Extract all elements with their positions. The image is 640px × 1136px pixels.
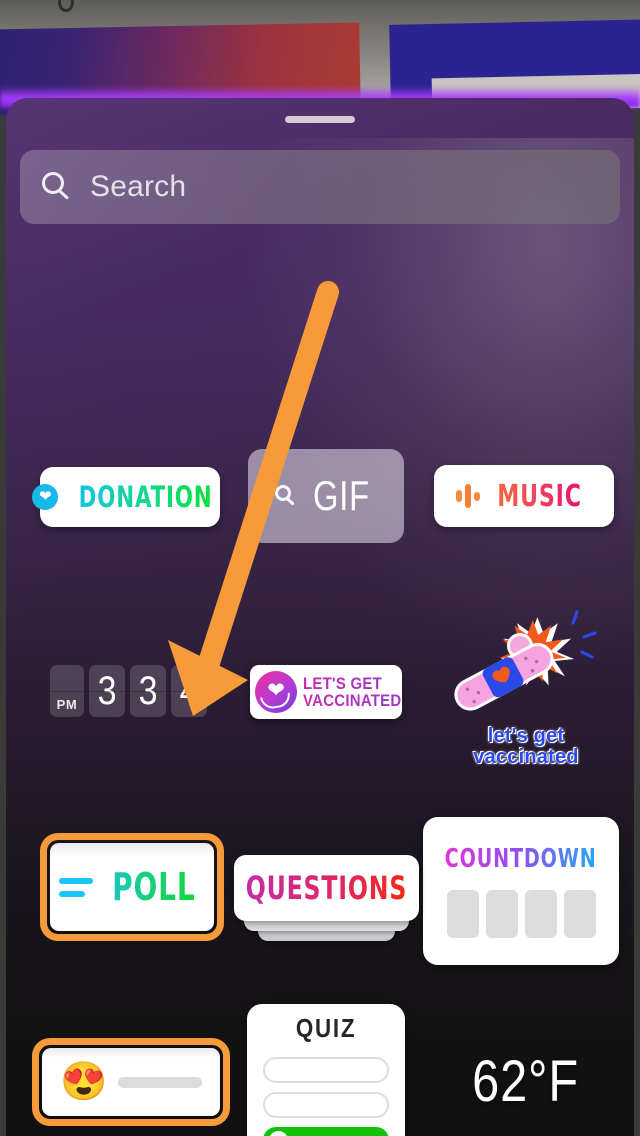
sticker-music-label: MUSIC (497, 478, 583, 514)
time-digit-label: 3 (138, 669, 158, 713)
poll-bars-icon (59, 877, 94, 897)
time-meridiem: PM (50, 665, 84, 717)
sticker-vaccinated-art-label: let's get vaccinated (441, 726, 611, 768)
time-digit: 3 (89, 665, 125, 717)
sticker-countdown-label: COUNTDOWN (445, 844, 597, 874)
quiz-option-correct: ✔ (263, 1127, 389, 1136)
vaccinated-line-1: LET'S GET (303, 674, 402, 692)
sticker-donation[interactable]: ❤ DONATION (32, 467, 220, 527)
sticker-countdown[interactable]: COUNTDOWN (423, 817, 619, 965)
sticker-donation-label: DONATION (79, 480, 213, 514)
sticker-quiz-label: QUIZ (295, 1013, 357, 1043)
art-line-2: vaccinated (473, 746, 579, 768)
bandage-flower-icon: let's get vaccinated (441, 603, 611, 768)
sticker-poll[interactable]: POLL (40, 833, 224, 941)
search-icon (274, 485, 297, 507)
sticker-emoji-slider[interactable]: 😍 (32, 1038, 230, 1126)
sticker-quiz[interactable]: QUIZ ✔ (247, 1004, 405, 1136)
sticker-vaccinated-text: LET'S GET VACCINATED (303, 674, 415, 710)
search-input[interactable]: Search (90, 170, 186, 204)
sticker-vaccinated-illustration[interactable]: let's get vaccinated (441, 603, 611, 768)
sticker-lets-get-vaccinated[interactable]: ❤ LET'S GET VACCINATED (250, 665, 402, 719)
quiz-option (263, 1092, 389, 1118)
sticker-poll-label: POLL (112, 865, 196, 909)
art-line-1: let's get (487, 725, 565, 747)
emoji-slider-icon: 😍 (60, 1061, 108, 1103)
time-digit: 3 (130, 665, 166, 717)
time-digit-label: 4 (179, 669, 199, 713)
sticker-temperature-label: 62°F (472, 1048, 580, 1114)
time-meridiem-label: PM (56, 697, 78, 712)
sticker-tray: Search ❤ DONATION GIF MUSIC PM 3 3 4 ❤ L… (6, 98, 634, 1136)
vaccinated-line-2: VACCINATED (303, 691, 402, 710)
sticker-temperature[interactable]: 62°F (446, 1048, 606, 1114)
heart-circle-icon: ❤ (32, 484, 59, 510)
sticker-gif[interactable]: GIF (248, 449, 404, 543)
time-digit: 4 (171, 665, 207, 717)
slider-track[interactable] (117, 1076, 202, 1088)
sticker-gif-label: GIF (312, 472, 370, 519)
heart-ribbon-icon: ❤ (255, 671, 297, 713)
sticker-music[interactable]: MUSIC (434, 465, 614, 527)
digit-blocks-icon (446, 890, 596, 938)
story-stickers-screen: Search ❤ DONATION GIF MUSIC PM 3 3 4 ❤ L… (0, 0, 640, 1136)
sticker-questions[interactable]: QUESTIONS (234, 855, 419, 941)
sticker-time[interactable]: PM 3 3 4 (50, 665, 216, 717)
equalizer-icon (456, 483, 481, 509)
quiz-option (263, 1057, 389, 1083)
time-digit-label: 3 (97, 669, 117, 713)
search-icon (42, 172, 72, 202)
check-icon: ✔ (269, 1130, 288, 1136)
search-bar[interactable]: Search (20, 150, 620, 224)
sheet-grabber-handle[interactable] (285, 116, 355, 123)
sticker-questions-label: QUESTIONS (245, 869, 408, 907)
